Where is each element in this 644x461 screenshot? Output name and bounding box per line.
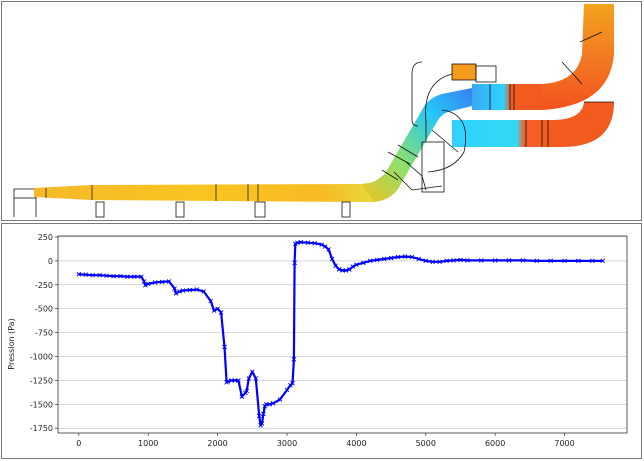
y-tick-label: 0: [48, 257, 53, 266]
duct-geometry-render: [13, 4, 614, 218]
duct-geometry-panel: [1, 1, 642, 221]
y-tick-label: -1500: [30, 400, 53, 409]
x-tick-label: 5000: [416, 439, 436, 448]
y-tick-label: -1250: [30, 376, 53, 385]
y-tick-label: -500: [35, 305, 53, 314]
main-duct: [13, 182, 374, 218]
x-tick-label: 4000: [346, 439, 366, 448]
y-tick-label: -250: [35, 281, 53, 290]
x-tick-label: 0: [76, 439, 81, 448]
series-pressure: [76, 239, 606, 428]
x-tick-label: 6000: [485, 439, 505, 448]
y-tick-label: -1750: [30, 424, 53, 433]
y-axis-label: Pression (Pa): [7, 318, 16, 369]
plot-frame: [57, 235, 628, 434]
upper-branch: [472, 4, 614, 110]
x-tick-label: 2000: [207, 439, 227, 448]
x-tick-label: 1000: [138, 439, 158, 448]
pressure-chart: 250 0 -250 -500 -750 -1000 -1250 -1500 -1750 0 10…: [7, 233, 628, 448]
y-tick-label: 250: [38, 233, 53, 242]
y-tick-label: -1000: [30, 352, 53, 361]
grid: [58, 236, 627, 429]
x-tick-label: 3000: [277, 439, 297, 448]
x-axis: 0 1000 2000 3000 4000 5000 6000 7000: [76, 433, 575, 448]
pressure-chart-panel: 250 0 -250 -500 -750 -1000 -1250 -1500 -1750 0 10…: [1, 223, 642, 459]
y-tick-label: -750: [35, 329, 53, 338]
series-line: [78, 241, 603, 427]
y-axis: 250 0 -250 -500 -750 -1000 -1250 -1500 -1750: [30, 233, 58, 433]
x-tick-label: 7000: [554, 439, 574, 448]
